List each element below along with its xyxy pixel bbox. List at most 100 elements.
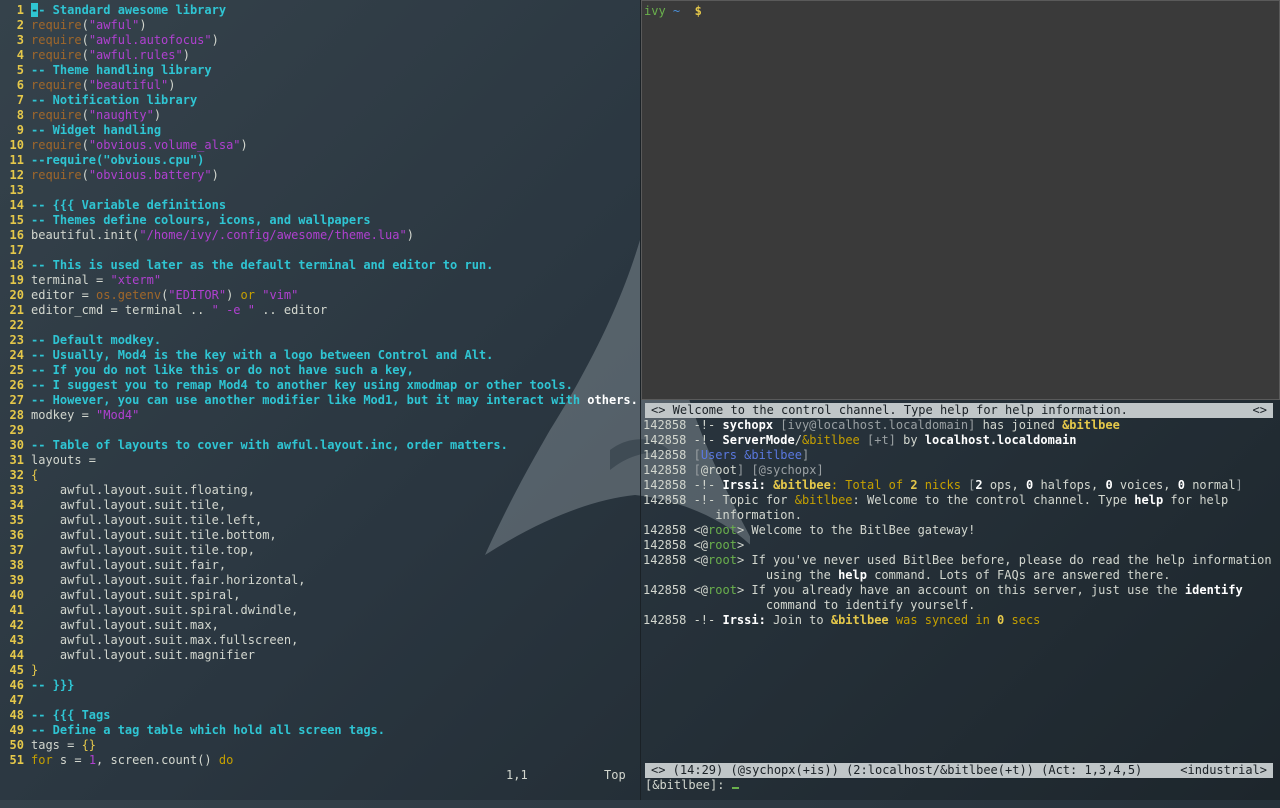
code-line[interactable]: awful.layout.suit.tile.top,	[31, 543, 255, 558]
irc-text: <@	[686, 523, 709, 537]
irc-text: 2	[910, 478, 918, 492]
code-line[interactable]: awful.layout.suit.spiral.dwindle,	[31, 603, 298, 618]
code-token: s =	[52, 753, 89, 767]
irc-text: Join to	[773, 613, 831, 627]
irc-text: >	[736, 538, 745, 552]
line-number: 48	[9, 708, 24, 722]
irc-text: command to identify yourself.	[643, 598, 976, 612]
code-line[interactable]: beautiful.init("/home/ivy/.config/awesom…	[31, 228, 414, 243]
code-line[interactable]: terminal = "xterm"	[31, 273, 161, 288]
code-line[interactable]: -- Notification library	[31, 93, 197, 108]
code-line[interactable]: require("awful.rules")	[31, 48, 190, 63]
line-number: 17	[9, 243, 24, 257]
code-line[interactable]: awful.layout.suit.tile.left,	[31, 513, 262, 528]
code-token: -- I suggest you to remap Mod4 to anothe…	[31, 378, 573, 392]
code-line[interactable]: for s = 1, screen.count() do	[31, 753, 233, 768]
code-line[interactable]: require("obvious.volume_alsa")	[31, 138, 248, 153]
irc-text: [+t]	[859, 433, 896, 447]
irc-text: /	[794, 433, 802, 447]
line-number: 23	[9, 333, 24, 347]
code-line[interactable]: tags = {}	[31, 738, 96, 753]
code-token: )	[153, 108, 162, 122]
code-line[interactable]: awful.layout.suit.fair.horizontal,	[31, 573, 306, 588]
line-number: 33	[9, 483, 24, 497]
code-token: awful.layout.suit.floating,	[31, 483, 255, 497]
irc-text: <@	[686, 583, 709, 597]
line-number: 11	[9, 153, 24, 167]
irc-timestamp: 142858	[643, 448, 687, 462]
irc-text: [	[693, 448, 701, 462]
code-line[interactable]: require("awful")	[31, 18, 147, 33]
code-line[interactable]: {	[31, 468, 38, 483]
irc-message: 142858 [Users &bitlbee]	[643, 448, 809, 463]
irc-text: using the	[643, 568, 839, 582]
code-line[interactable]: -- {{{ Tags	[31, 708, 110, 723]
code-token: awful.layout.suit.spiral.dwindle,	[31, 603, 299, 617]
code-token: modkey =	[31, 408, 97, 422]
code-line[interactable]: awful.layout.suit.max.fullscreen,	[31, 633, 298, 648]
irssi-input-line[interactable]: [&bitlbee]:	[645, 778, 739, 793]
code-token: awful.layout.suit.fair.horizontal,	[31, 573, 306, 587]
irc-text: has joined	[975, 418, 1063, 432]
line-number: 1	[16, 3, 24, 17]
code-line[interactable]: -- However, you can use another modifier…	[31, 393, 638, 408]
irssi-topic-bar: <> Welcome to the control channel. Type …	[645, 403, 1273, 418]
irc-message: 142858 <@root> If you've never used Bitl…	[643, 553, 1272, 568]
code-token: )	[226, 288, 241, 302]
code-token: )	[211, 33, 219, 47]
code-line[interactable]: awful.layout.suit.max,	[31, 618, 219, 633]
code-token: or	[240, 288, 255, 302]
code-line[interactable]: awful.layout.suit.spiral,	[31, 588, 241, 603]
code-line[interactable]: -- Standard awesome library	[31, 3, 226, 18]
status-theme: <industrial>	[1180, 763, 1267, 777]
line-number: 6	[16, 78, 24, 92]
code-line[interactable]: -- This is used later as the default ter…	[31, 258, 493, 273]
prompt-host: ivy	[644, 4, 666, 18]
code-line[interactable]: editor = os.getenv("EDITOR") or "vim"	[31, 288, 298, 303]
code-line[interactable]: -- Usually, Mod4 is the key with a logo …	[31, 348, 493, 363]
code-line[interactable]: layouts =	[31, 453, 96, 468]
irc-message: 142858 <@root>	[643, 538, 744, 553]
code-line[interactable]: -- Default modkey.	[31, 333, 161, 348]
code-line[interactable]: -- Table of layouts to cover with awful.…	[31, 438, 508, 453]
code-line[interactable]: -- Define a tag table which hold all scr…	[31, 723, 385, 738]
code-line[interactable]: -- Theme handling library	[31, 63, 212, 78]
code-line[interactable]: awful.layout.suit.magnifier	[31, 648, 255, 663]
line-number: 41	[9, 603, 24, 617]
code-line[interactable]: editor_cmd = terminal .. " -e " .. edito…	[31, 303, 327, 318]
code-line[interactable]: --require("obvious.cpu")	[31, 153, 204, 168]
code-line[interactable]: require("obvious.battery")	[31, 168, 219, 183]
code-line[interactable]: awful.layout.suit.floating,	[31, 483, 255, 498]
code-line[interactable]: -- If you do not like this or do not hav…	[31, 363, 414, 378]
irc-text: -!-	[686, 478, 723, 492]
line-number: 51	[9, 753, 24, 767]
irc-message: command to identify yourself.	[643, 598, 976, 613]
code-line[interactable]: -- {{{ Variable definitions	[31, 198, 226, 213]
line-number: 39	[9, 573, 24, 587]
irc-message: 142858 <@root> If you already have an ac…	[643, 583, 1243, 598]
code-line[interactable]: -- Widget handling	[31, 123, 161, 138]
code-token: beautiful.init(	[31, 228, 140, 242]
code-line[interactable]: modkey = "Mod4"	[31, 408, 139, 423]
irc-text: @root	[700, 463, 737, 477]
code-token: for	[31, 753, 53, 767]
irc-text: root	[708, 583, 737, 597]
line-number: 3	[16, 33, 24, 47]
vim-editor-pane[interactable]: 1 -- Standard awesome library 2 require("aw…	[0, 0, 640, 800]
code-line[interactable]: require("naughty")	[31, 108, 161, 123]
code-line[interactable]: require("beautiful")	[31, 78, 176, 93]
code-line[interactable]: }	[31, 663, 38, 678]
terminal-pane[interactable]: ivy ~ $	[641, 0, 1280, 400]
code-line[interactable]: require("awful.autofocus")	[31, 33, 219, 48]
code-line[interactable]: awful.layout.suit.fair,	[31, 558, 226, 573]
code-line[interactable]: -- I suggest you to remap Mod4 to anothe…	[31, 378, 573, 393]
irc-timestamp: 142858	[643, 433, 687, 447]
code-token: require	[31, 168, 82, 182]
code-line[interactable]: -- }}}	[31, 678, 74, 693]
code-line[interactable]: awful.layout.suit.tile,	[31, 498, 226, 513]
irc-text: <@	[686, 553, 709, 567]
code-token: require	[31, 138, 82, 152]
code-line[interactable]: -- Themes define colours, icons, and wal…	[31, 213, 371, 228]
code-line[interactable]: awful.layout.suit.tile.bottom,	[31, 528, 277, 543]
code-token: -- {{{ Variable definitions	[31, 198, 227, 212]
